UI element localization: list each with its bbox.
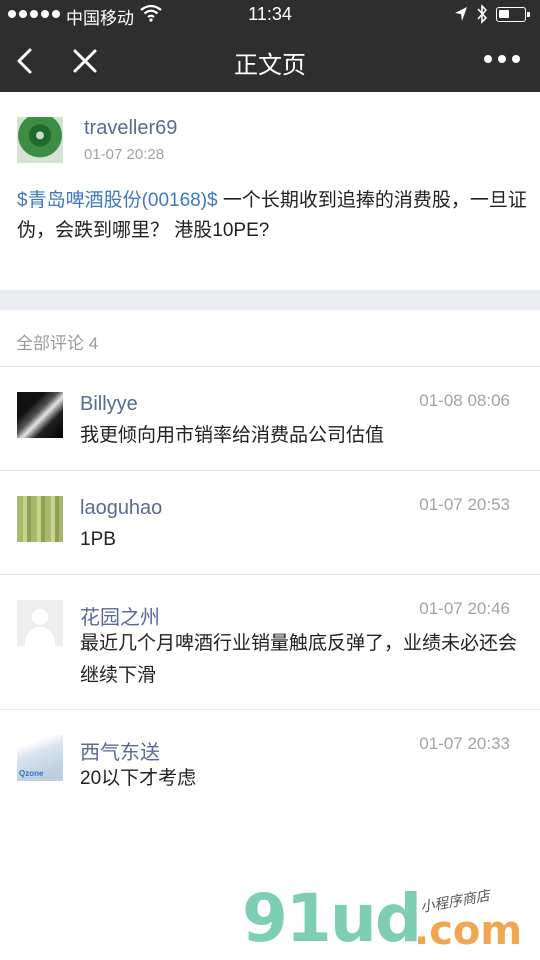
comment-time: 01-07 20:53 <box>419 495 510 514</box>
comment-time: 01-07 20:46 <box>419 599 510 618</box>
battery-icon <box>496 7 530 22</box>
comment-username[interactable]: Billyye <box>80 393 138 416</box>
comment-text: 1PB <box>80 529 116 550</box>
avatar[interactable]: Qzone <box>17 735 63 781</box>
status-bar: 中国移动 11:34 <box>0 0 540 30</box>
post-body: $青岛啤酒股份(00168)$ 一个长期收到追捧的消费股，一旦证伪，会跌到哪里？… <box>17 186 527 246</box>
avatar[interactable] <box>17 600 63 646</box>
comment-item: 花园之州 01-07 20:46 最近几个月啤酒行业销量触底反弹了，业绩未必还会… <box>0 575 540 710</box>
comments-header: 全部评论 4 <box>0 310 540 367</box>
avatar[interactable] <box>17 117 63 163</box>
comment-time: 01-08 08:06 <box>419 391 510 410</box>
avatar[interactable] <box>17 496 63 542</box>
comment-username[interactable]: 花园之州 <box>80 601 160 630</box>
comment-text: 最近几个月啤酒行业销量触底反弹了，业绩未必还会继续下滑 <box>80 633 518 686</box>
section-divider <box>0 290 540 310</box>
post-timestamp: 01-07 20:28 <box>84 146 165 163</box>
bluetooth-icon <box>476 4 488 29</box>
watermark-logo: 91ud <box>242 880 422 957</box>
navigation-bar: 正文页 <box>0 30 540 92</box>
location-arrow-icon <box>454 6 468 27</box>
main-post: traveller69 01-07 20:28 $青岛啤酒股份(00168)$ … <box>0 92 540 290</box>
comment-time: 01-07 20:33 <box>419 734 510 753</box>
comment-item: Billyye 01-08 08:06 我更倾向用市销率给消费品公司估值 <box>0 367 540 471</box>
stock-link[interactable]: $青岛啤酒股份(00168)$ <box>17 190 218 211</box>
comment-text: 20以下才考虑 <box>80 768 197 789</box>
comment-username[interactable]: laoguhao <box>80 497 162 520</box>
comment-text: 我更倾向用市销率给消费品公司估值 <box>80 425 385 446</box>
avatar[interactable] <box>17 392 63 438</box>
comment-item: Qzone 西气东送 01-07 20:33 20以下才考虑 <box>0 710 540 812</box>
comment-username[interactable]: 西气东送 <box>80 736 160 765</box>
comments-count-label: 全部评论 4 <box>16 334 99 353</box>
more-options-icon[interactable] <box>484 55 520 63</box>
page-title: 正文页 <box>234 52 306 79</box>
post-username[interactable]: traveller69 <box>84 117 177 140</box>
comment-item: laoguhao 01-07 20:53 1PB <box>0 471 540 575</box>
